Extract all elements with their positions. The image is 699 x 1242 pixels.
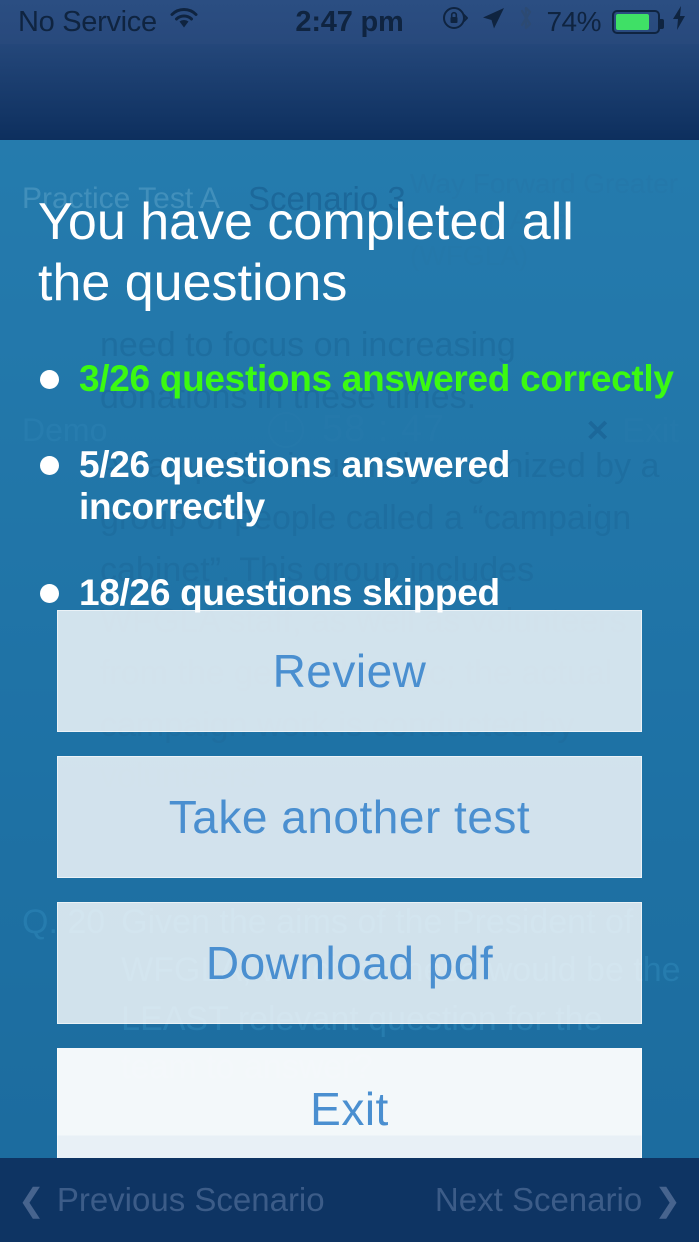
chevron-right-icon: ❯ [654,1182,681,1218]
location-arrow-icon [480,5,506,39]
result-correct-label: 3/26 questions answered correctly [79,358,674,399]
result-skipped: 18/26 questions skipped [40,572,680,614]
exit-button[interactable]: Exit [57,1048,642,1170]
overlay-actions: Review Take another test Download pdf Ex… [57,610,642,1194]
review-button[interactable]: Review [57,610,642,732]
scenario-navigation-bar: ❮ Previous Scenario Next Scenario ❯ [0,1158,699,1242]
chevron-left-icon: ❮ [18,1182,45,1218]
previous-scenario-button[interactable]: ❮ Previous Scenario [18,1181,325,1219]
next-scenario-button[interactable]: Next Scenario ❯ [435,1181,681,1219]
download-pdf-button-label: Download pdf [205,937,494,989]
bullet-icon [40,456,59,475]
phone-screen: No Service 2:47 pm 74% Practice Test A S… [0,0,699,1242]
status-bar-right: 74% [441,4,687,40]
bluetooth-icon [517,4,535,40]
completion-overlay: You have completed all the questions 3/2… [0,140,699,1170]
result-correct: 3/26 questions answered correctly [40,358,680,400]
battery-fill [616,14,649,30]
battery-percent-label: 74% [546,6,601,37]
navy-header-band [0,44,699,140]
result-incorrect-label: 5/26 questions answered incorrectly [79,444,511,527]
result-skipped-label: 18/26 questions skipped [79,572,500,613]
overlay-title: You have completed all the questions [38,193,574,313]
rotation-lock-icon [441,4,469,40]
battery-icon [612,10,664,34]
result-incorrect: 5/26 questions answered incorrectly [40,444,680,528]
download-pdf-button[interactable]: Download pdf [57,902,642,1024]
review-button-label: Review [272,645,427,697]
exit-button-label: Exit [310,1083,389,1135]
bullet-icon [40,370,59,389]
bullet-icon [40,584,59,603]
take-another-test-button[interactable]: Take another test [57,756,642,878]
next-scenario-label: Next Scenario [434,1181,643,1218]
status-bar: No Service 2:47 pm 74% [0,0,699,44]
lightning-bolt-icon [671,5,687,39]
previous-scenario-label: Previous Scenario [56,1181,325,1218]
take-another-test-button-label: Take another test [168,791,531,843]
